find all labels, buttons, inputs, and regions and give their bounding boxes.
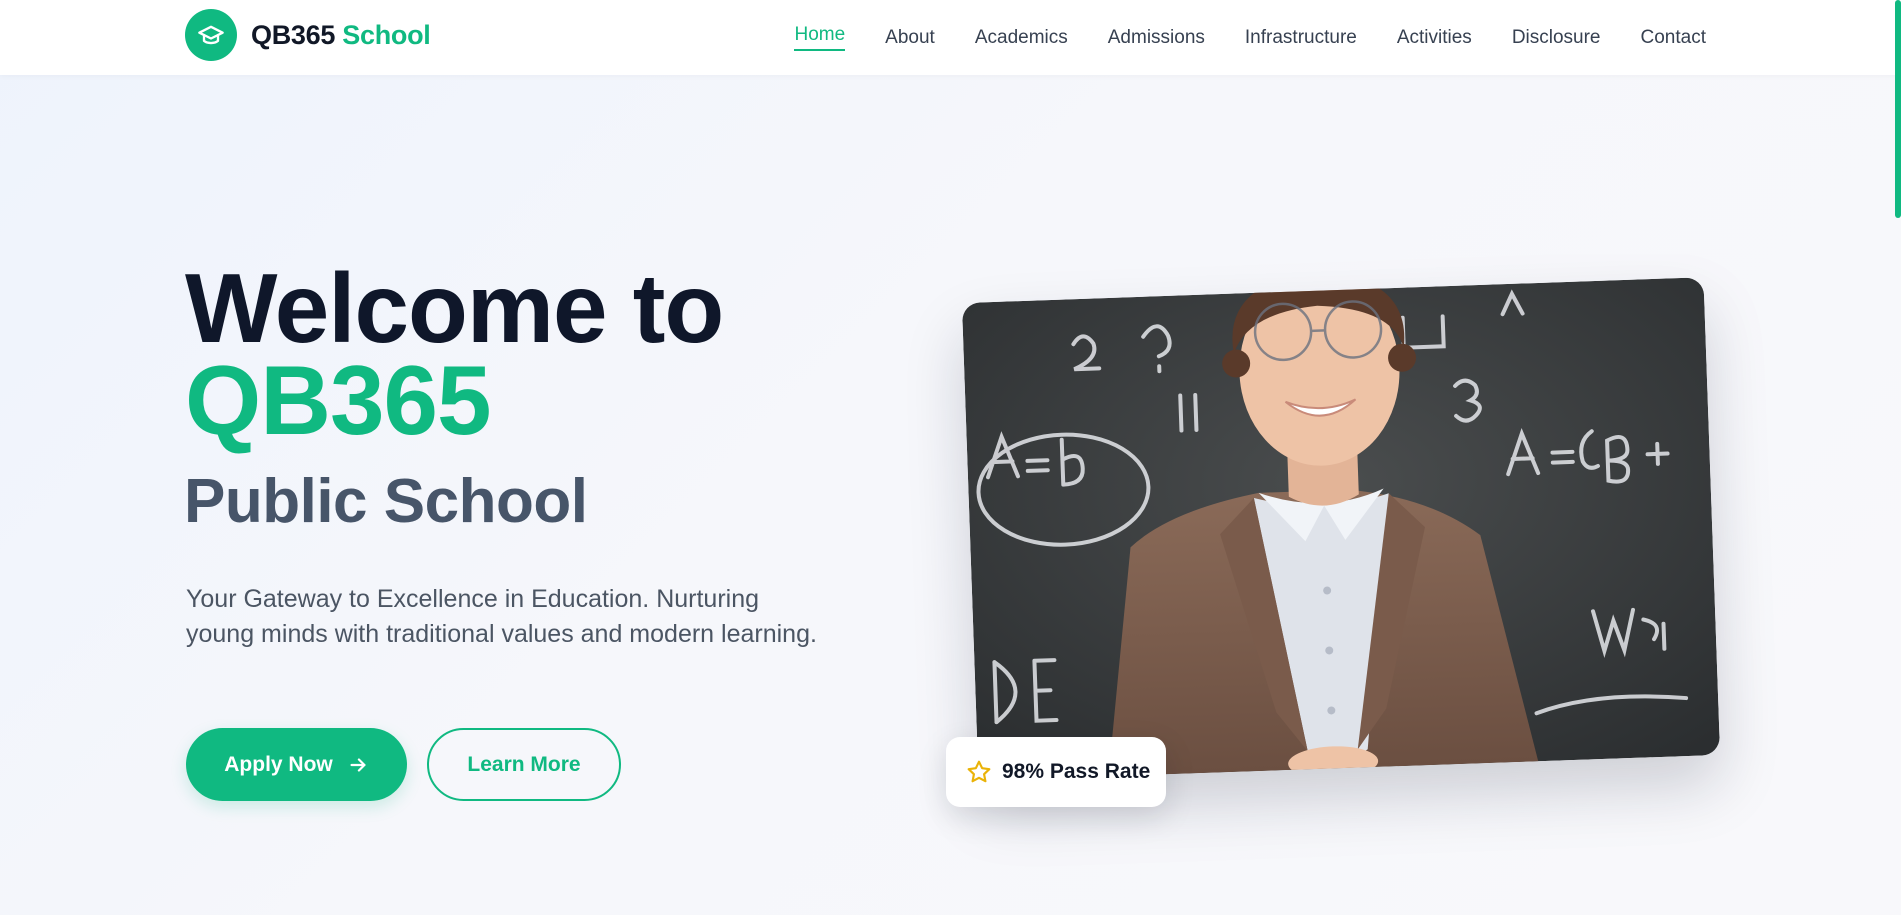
nav-disclosure[interactable]: Disclosure bbox=[1512, 0, 1601, 75]
apply-now-label: Apply Now bbox=[224, 752, 333, 776]
hero-title-accent: QB365 bbox=[185, 345, 492, 455]
brand-name: QB365 School bbox=[251, 19, 431, 51]
nav-about[interactable]: About bbox=[885, 0, 935, 75]
nav-admissions[interactable]: Admissions bbox=[1108, 0, 1205, 75]
learn-more-button[interactable]: Learn More bbox=[427, 728, 621, 801]
graduation-cap-icon bbox=[185, 9, 237, 61]
hero-description: Your Gateway to Excellence in Education.… bbox=[186, 585, 817, 648]
hero-title: Welcome to QB365 bbox=[185, 259, 724, 455]
nav-contact[interactable]: Contact bbox=[1641, 0, 1706, 75]
brand-name-main: QB365 bbox=[251, 19, 336, 50]
site-logo[interactable]: QB365 School bbox=[185, 9, 431, 61]
nav-academics[interactable]: Academics bbox=[975, 0, 1068, 75]
hero-subtitle: Public School bbox=[184, 467, 588, 536]
apply-now-button[interactable]: Apply Now bbox=[186, 728, 407, 801]
brand-name-accent: School bbox=[342, 19, 431, 50]
star-icon bbox=[967, 760, 991, 783]
nav-activities[interactable]: Activities bbox=[1397, 0, 1472, 75]
teacher-chalkboard-illustration bbox=[961, 277, 1721, 781]
page-scrollbar-thumb[interactable] bbox=[1895, 0, 1901, 218]
nav-home[interactable]: Home bbox=[794, 0, 845, 75]
hero-image-teacher bbox=[961, 277, 1721, 781]
arrow-right-icon bbox=[350, 757, 366, 772]
pass-rate-badge: 98% Pass Rate bbox=[946, 737, 1166, 807]
site-header: QB365 School Home About Academics Admiss… bbox=[0, 0, 1901, 75]
main-nav: Home About Academics Admissions Infrastr… bbox=[794, 0, 1706, 75]
nav-infrastructure[interactable]: Infrastructure bbox=[1245, 0, 1357, 75]
pass-rate-text: 98% Pass Rate bbox=[1002, 760, 1151, 783]
